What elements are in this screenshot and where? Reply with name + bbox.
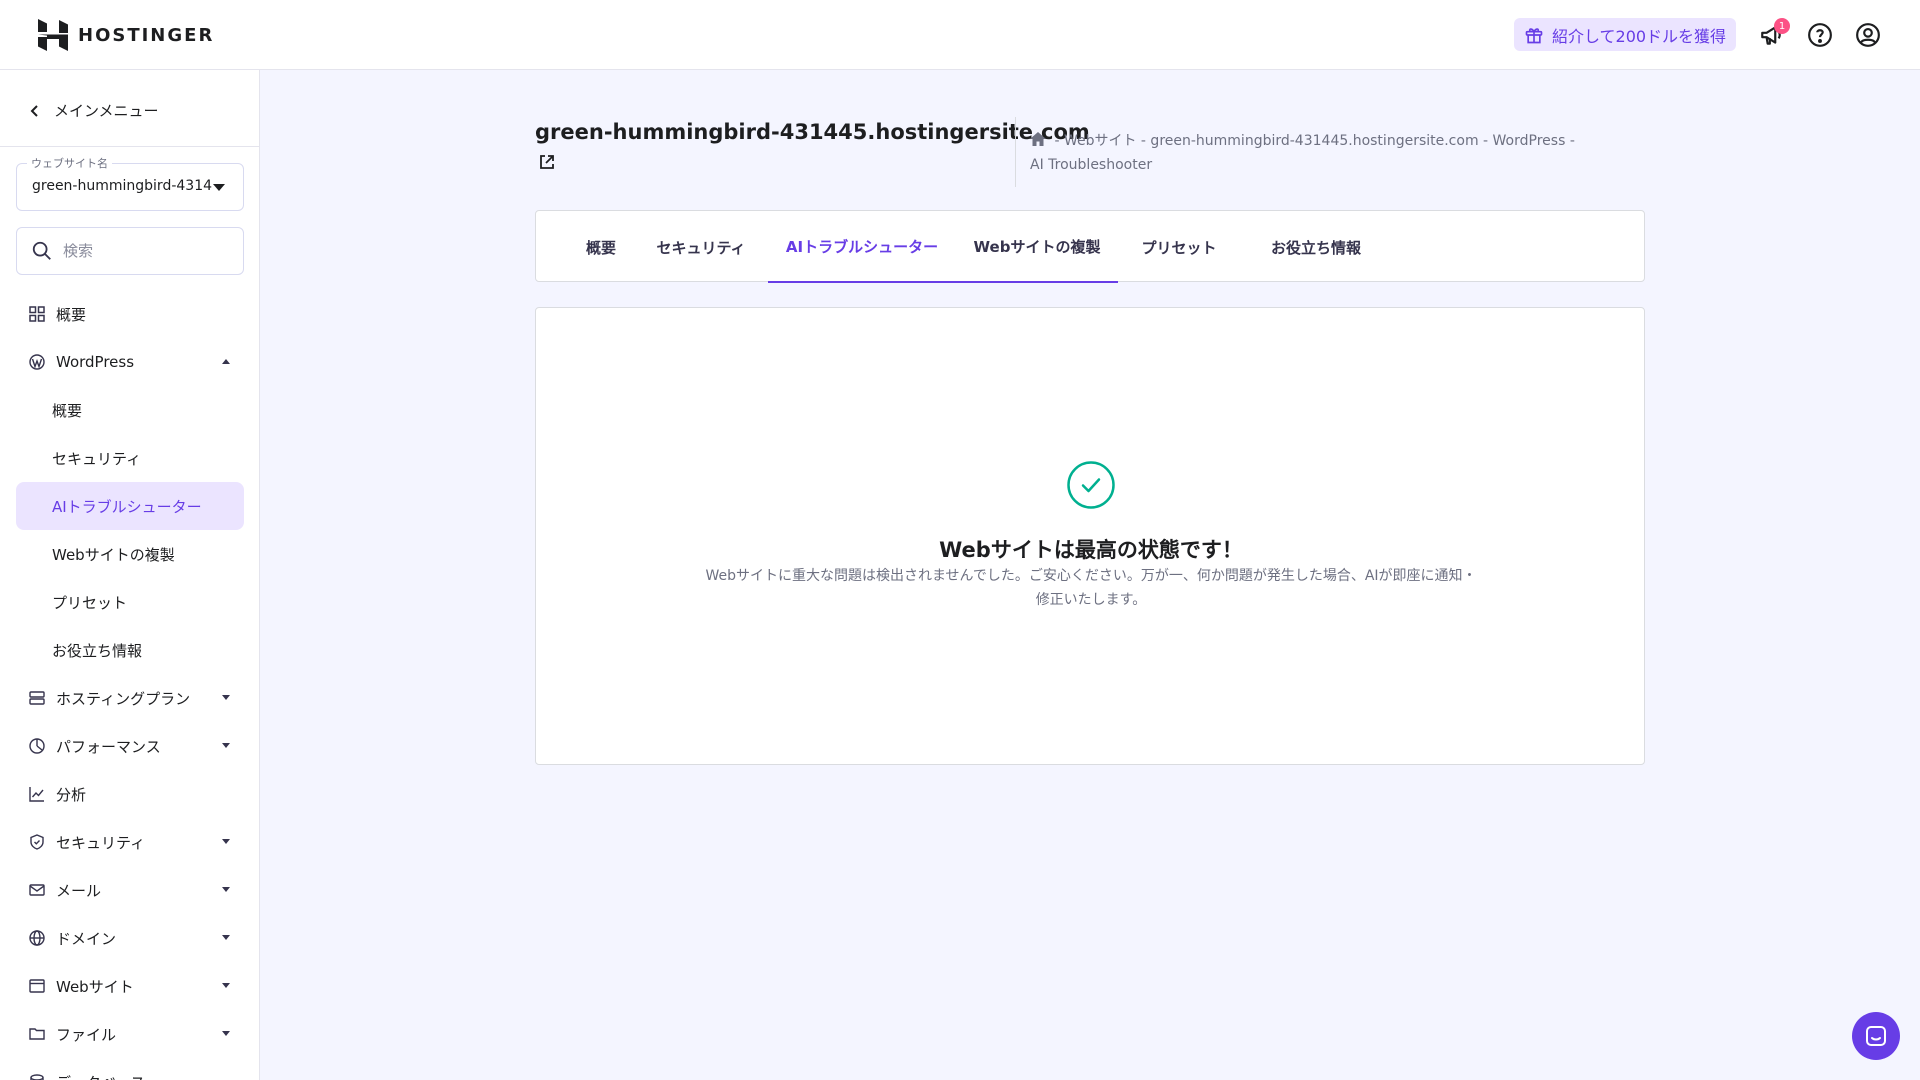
tab-useful-info[interactable]: お役立ち情報 xyxy=(1246,211,1386,283)
status-title: Webサイトは最高の状態です！ xyxy=(939,538,1243,562)
sidebar-item-label: データベース xyxy=(56,1072,145,1080)
page-title: green-hummingbird-431445.hostingersite.c… xyxy=(535,120,1090,144)
chevron-down-icon xyxy=(222,695,230,700)
sidebar-subitem-security[interactable]: セキュリティ xyxy=(16,434,244,482)
sidebar-item-wordpress[interactable]: WordPress xyxy=(16,338,244,386)
sidebar-subitem-overview[interactable]: 概要 xyxy=(16,386,244,434)
notifications-button[interactable]: 1 xyxy=(1758,18,1790,49)
sidebar-item-label: 概要 xyxy=(56,305,87,324)
sidebar-divider xyxy=(0,146,259,147)
caret-down-icon xyxy=(213,184,225,191)
back-label: メインメニュー xyxy=(54,102,159,120)
breadcrumb: - Webサイト - green-hummingbird-431445.host… xyxy=(1030,129,1590,177)
tab-ai-troubleshooter[interactable]: AIトラブルシューター xyxy=(768,211,956,283)
sidebar-item-files[interactable]: ファイル xyxy=(16,1010,244,1058)
folder-icon xyxy=(28,1025,46,1043)
website-select-value: green-hummingbird-431445.hostingersite.c… xyxy=(32,178,212,194)
sidebar-search[interactable] xyxy=(16,227,244,275)
sidebar-item-analytics[interactable]: 分析 xyxy=(16,770,244,818)
sidebar-item-performance[interactable]: パフォーマンス xyxy=(16,722,244,770)
sidebar-subitem-clone-website[interactable]: Webサイトの複製 xyxy=(16,530,244,578)
status-description: Webサイトに重大な問題は検出されませんでした。ご安心ください。万が一、何か問題… xyxy=(705,568,1477,608)
hostinger-logo[interactable]: HOSTINGER xyxy=(38,19,214,51)
hostinger-logo-icon xyxy=(38,19,68,51)
help-button[interactable] xyxy=(1806,21,1834,49)
sidebar-item-website[interactable]: Webサイト xyxy=(16,962,244,1010)
gift-icon xyxy=(1525,27,1543,43)
sidebar-item-label: ファイル xyxy=(56,1025,117,1044)
search-input[interactable] xyxy=(63,242,223,260)
wordpress-icon xyxy=(28,353,46,371)
server-icon xyxy=(28,689,46,707)
sidebar-item-database[interactable]: データベース xyxy=(16,1058,244,1080)
gauge-icon xyxy=(28,737,46,755)
sidebar-item-label: メール xyxy=(56,881,102,900)
sidebar-item-label: ホスティングプラン xyxy=(56,689,191,708)
sidebar-item-label: セキュリティ xyxy=(56,833,146,852)
mail-icon xyxy=(28,881,46,899)
chevron-down-icon xyxy=(222,983,230,988)
search-icon xyxy=(32,241,51,260)
chevron-down-icon xyxy=(222,839,230,844)
chevron-up-icon xyxy=(222,359,230,364)
sidebar-item-label: 分析 xyxy=(56,785,87,804)
sidebar-subitem-presets[interactable]: プリセット xyxy=(16,578,244,626)
chevron-down-icon xyxy=(222,1031,230,1036)
sidebar-subitem-useful-info[interactable]: お役立ち情報 xyxy=(16,626,244,674)
chevron-down-icon xyxy=(222,743,230,748)
sidebar-item-hosting-plan[interactable]: ホスティングプラン xyxy=(16,674,244,722)
status-card: Webサイトは最高の状態です！ Webサイトに重大な問題は検出されませんでした。… xyxy=(535,307,1645,765)
website-select-label: ウェブサイト名 xyxy=(27,155,112,171)
sidebar-item-security[interactable]: セキュリティ xyxy=(16,818,244,866)
shield-icon xyxy=(28,833,46,851)
tab-clone-website[interactable]: Webサイトの複製 xyxy=(956,211,1118,283)
logo-text: HOSTINGER xyxy=(78,24,215,46)
chat-icon xyxy=(1866,1026,1886,1046)
chevron-down-icon xyxy=(222,887,230,892)
sidebar-item-domain[interactable]: ドメイン xyxy=(16,914,244,962)
sidebar-item-label: Webサイト xyxy=(56,977,134,996)
sidebar-item-mail[interactable]: メール xyxy=(16,866,244,914)
tab-overview[interactable]: 概要 xyxy=(572,211,630,283)
sidebar-item-label: パフォーマンス xyxy=(56,737,161,756)
referral-button[interactable]: 紹介して200ドルを獲得 xyxy=(1514,18,1737,51)
browser-icon xyxy=(28,977,46,995)
website-select[interactable]: ウェブサイト名 green-hummingbird-431445.hosting… xyxy=(16,155,244,211)
help-icon xyxy=(1808,23,1832,47)
sidebar-item-label: WordPress xyxy=(56,353,135,371)
chevron-down-icon xyxy=(222,935,230,940)
notification-badge: 1 xyxy=(1774,18,1790,34)
database-icon xyxy=(28,1073,46,1080)
sidebar-subitem-ai-troubleshooter[interactable]: AIトラブルシューター xyxy=(16,482,244,530)
globe-icon xyxy=(28,929,46,947)
check-circle-icon xyxy=(1067,461,1115,509)
sidebar-item-overview[interactable]: 概要 xyxy=(16,290,244,338)
home-icon[interactable] xyxy=(1030,132,1046,146)
tab-security[interactable]: セキュリティ xyxy=(650,211,752,283)
chevron-left-icon xyxy=(30,104,38,117)
sidebar: メインメニュー ウェブサイト名 green-hummingbird-431445… xyxy=(0,70,260,1080)
sidebar-item-label: ドメイン xyxy=(56,929,117,948)
account-button[interactable] xyxy=(1854,21,1882,49)
dashboard-icon xyxy=(28,305,46,323)
account-icon xyxy=(1856,23,1880,47)
title-divider xyxy=(1015,117,1016,187)
external-link-icon[interactable] xyxy=(538,153,556,171)
top-header: HOSTINGER 紹介して200ドルを獲得 1 xyxy=(0,0,1920,70)
tab-presets[interactable]: プリセット xyxy=(1130,211,1228,283)
tabs-bar: 概要 セキュリティ AIトラブルシューター Webサイトの複製 プリセット お役… xyxy=(535,210,1645,283)
analytics-icon xyxy=(28,785,46,803)
chat-button[interactable] xyxy=(1852,1012,1900,1060)
breadcrumb-text: - Webサイト - green-hummingbird-431445.host… xyxy=(1030,133,1575,173)
back-to-main-menu[interactable]: メインメニュー xyxy=(28,100,159,121)
referral-label: 紹介して200ドルを獲得 xyxy=(1552,26,1727,46)
